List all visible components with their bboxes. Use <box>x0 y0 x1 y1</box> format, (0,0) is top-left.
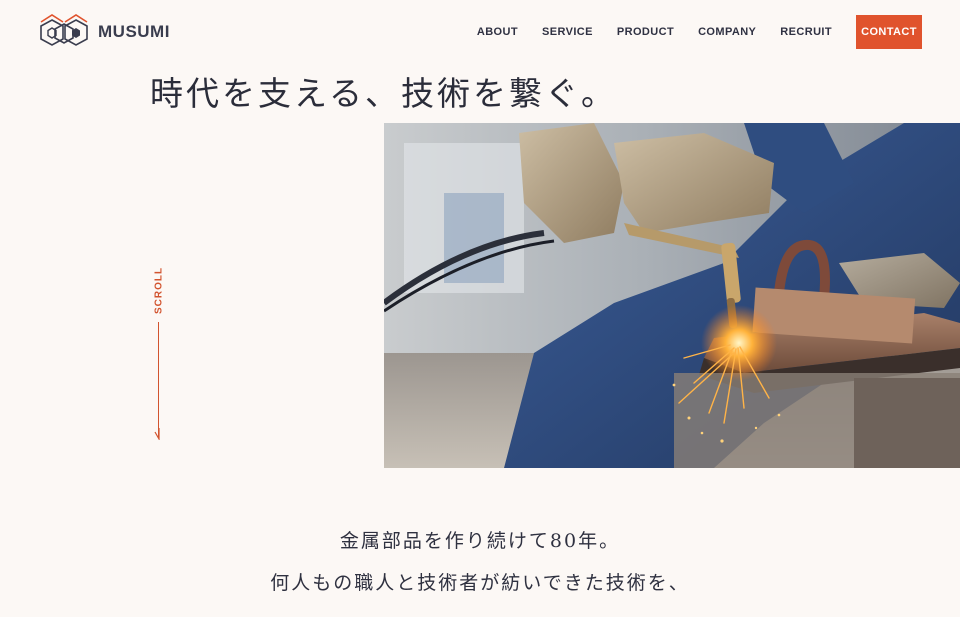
nav-item-about[interactable]: ABOUT <box>477 26 518 38</box>
intro-line-1: 金属部品を作り続けて80年。 <box>339 530 621 552</box>
nav-item-recruit[interactable]: RECRUIT <box>780 26 832 38</box>
nav-item-service[interactable]: SERVICE <box>542 26 593 38</box>
brand-name: MUSUMI <box>98 22 170 41</box>
hero-headline: 時代を支える、技術を繋ぐ。 <box>150 74 618 113</box>
intro-section: 金属部品を作り続けて80年。 何人もの職人と技術者が紡いできた技術を、 <box>0 520 960 604</box>
hero-image <box>384 123 960 468</box>
scroll-line <box>158 322 159 438</box>
nav-item-product[interactable]: PRODUCT <box>617 26 674 38</box>
main-nav: ABOUT SERVICE PRODUCT COMPANY RECRUIT CO… <box>453 15 922 49</box>
scroll-indicator[interactable]: SCROLL <box>148 258 170 444</box>
welding-photo <box>384 123 960 468</box>
intro-line-2: 何人もの職人と技術者が紡いできた技術を、 <box>270 572 690 594</box>
nav-item-company[interactable]: COMPANY <box>698 26 756 38</box>
logo[interactable]: MUSUMI <box>38 11 170 53</box>
scroll-label: SCROLL <box>153 266 165 314</box>
site-header: MUSUMI ABOUT SERVICE PRODUCT COMPANY REC… <box>0 0 960 64</box>
contact-button[interactable]: CONTACT <box>856 15 922 49</box>
logo-mark-icon <box>40 14 88 46</box>
arrow-down-icon <box>154 428 160 440</box>
